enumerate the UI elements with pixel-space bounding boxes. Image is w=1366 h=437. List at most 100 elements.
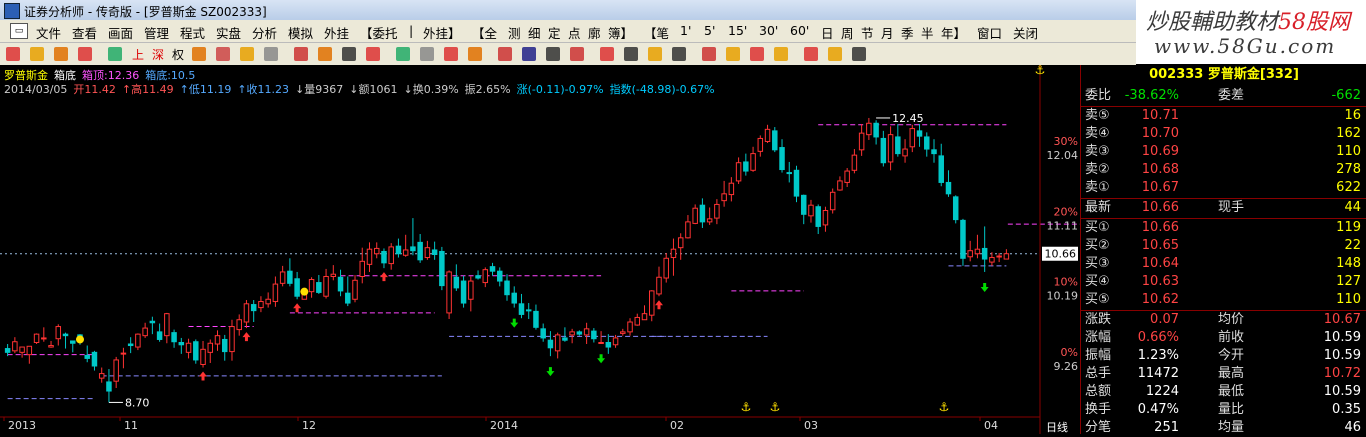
candle-body[interactable] bbox=[402, 249, 409, 256]
candle-body[interactable] bbox=[772, 130, 778, 151]
toolbar-tool-icon[interactable] bbox=[54, 47, 68, 61]
toolbar-tool-icon[interactable] bbox=[522, 47, 536, 61]
candle-body[interactable] bbox=[620, 331, 626, 334]
candle-body[interactable] bbox=[243, 303, 250, 323]
toolbar-tool-icon[interactable] bbox=[852, 47, 866, 61]
menu-item-32[interactable]: 窗口 bbox=[977, 23, 1002, 42]
candle-body[interactable] bbox=[359, 260, 365, 277]
menu-item-19[interactable]: 【笔 bbox=[644, 23, 669, 42]
candle-body[interactable] bbox=[468, 280, 474, 300]
candle-body[interactable] bbox=[91, 351, 98, 367]
candle-body[interactable] bbox=[207, 342, 214, 353]
candle-body[interactable] bbox=[482, 269, 489, 284]
menu-item-21[interactable]: 5' bbox=[704, 23, 715, 38]
candle-body[interactable] bbox=[837, 180, 843, 191]
candle-body[interactable] bbox=[70, 340, 76, 344]
candle-body[interactable] bbox=[851, 154, 858, 171]
candle-body[interactable] bbox=[164, 313, 170, 337]
candle-body[interactable] bbox=[938, 155, 944, 183]
menu-item-6[interactable]: 分析 bbox=[252, 23, 277, 42]
menu-item-26[interactable]: 周 bbox=[841, 23, 854, 42]
toolbar-tool-icon[interactable] bbox=[192, 47, 206, 61]
menu-item-33[interactable]: 关闭 bbox=[1013, 23, 1038, 42]
candle-body[interactable] bbox=[952, 196, 959, 221]
candle-body[interactable] bbox=[373, 247, 380, 255]
toolbar-tool-icon[interactable] bbox=[108, 47, 122, 61]
candle-body[interactable] bbox=[627, 321, 633, 333]
candle-body[interactable] bbox=[193, 341, 199, 361]
toolbar-tool-icon[interactable] bbox=[318, 47, 332, 61]
candle-body[interactable] bbox=[634, 316, 641, 326]
candle-body[interactable] bbox=[525, 309, 532, 312]
menu-item-2[interactable]: 画面 bbox=[108, 23, 133, 42]
candle-body[interactable] bbox=[800, 194, 807, 215]
candle-body[interactable] bbox=[989, 257, 995, 263]
menu-item-8[interactable]: 外挂 bbox=[324, 23, 349, 42]
candle-body[interactable] bbox=[149, 320, 156, 324]
candle-body[interactable] bbox=[924, 136, 930, 150]
candle-body[interactable] bbox=[388, 246, 394, 265]
toolbar-tool-icon[interactable] bbox=[648, 47, 662, 61]
menu-item-15[interactable]: 定 bbox=[548, 23, 561, 42]
toolbar-tool-icon[interactable] bbox=[726, 47, 740, 61]
candle-body[interactable] bbox=[902, 148, 908, 157]
candle-body[interactable] bbox=[200, 348, 206, 365]
toolbar-tool-icon[interactable] bbox=[750, 47, 764, 61]
candle-body[interactable] bbox=[316, 282, 322, 293]
candle-body[interactable] bbox=[721, 193, 727, 202]
candle-body[interactable] bbox=[113, 359, 119, 382]
toolbar-tool-icon[interactable] bbox=[342, 47, 356, 61]
candle-body[interactable] bbox=[815, 206, 821, 227]
menu-item-16[interactable]: 点 bbox=[568, 23, 581, 42]
candle-body[interactable] bbox=[395, 245, 402, 255]
candle-body[interactable] bbox=[272, 283, 279, 303]
candle-body[interactable] bbox=[764, 128, 771, 142]
candle-body[interactable] bbox=[887, 134, 894, 163]
menu-item-1[interactable]: 查看 bbox=[72, 23, 97, 42]
candle-body[interactable] bbox=[142, 327, 148, 337]
candle-body[interactable] bbox=[352, 279, 358, 300]
candle-body[interactable] bbox=[576, 331, 583, 335]
candle-body[interactable] bbox=[424, 247, 431, 259]
menu-item-7[interactable]: 模拟 bbox=[288, 23, 313, 42]
candle-body[interactable] bbox=[185, 342, 192, 353]
candle-body[interactable] bbox=[431, 249, 438, 255]
candle-body[interactable] bbox=[279, 271, 286, 284]
candle-body[interactable] bbox=[735, 162, 742, 182]
menu-item-13[interactable]: 测 bbox=[508, 23, 521, 42]
toolbar-label-2[interactable]: 权 bbox=[172, 46, 184, 63]
candle-body[interactable] bbox=[598, 341, 604, 344]
candle-body[interactable] bbox=[19, 346, 25, 353]
candle-body[interactable] bbox=[265, 298, 271, 305]
candle-body[interactable] bbox=[236, 319, 242, 331]
toolbar-tool-icon[interactable] bbox=[294, 47, 308, 61]
candle-body[interactable] bbox=[858, 132, 865, 151]
candle-body[interactable] bbox=[786, 172, 793, 175]
candle-body[interactable] bbox=[670, 248, 677, 259]
candle-body[interactable] bbox=[706, 218, 713, 223]
candle-body[interactable] bbox=[106, 381, 112, 392]
candle-body[interactable] bbox=[569, 331, 575, 336]
menu-item-12[interactable]: 【全 bbox=[472, 23, 497, 42]
candle-body[interactable] bbox=[931, 149, 937, 155]
candle-body[interactable] bbox=[475, 275, 481, 279]
menu-item-30[interactable]: 半 bbox=[921, 23, 934, 42]
toolbar-tool-icon[interactable] bbox=[600, 47, 614, 61]
candle-body[interactable] bbox=[41, 337, 47, 340]
menu-item-5[interactable]: 实盘 bbox=[216, 23, 241, 42]
candle-body[interactable] bbox=[909, 128, 916, 148]
candle-body[interactable] bbox=[873, 122, 879, 138]
candle-body[interactable] bbox=[728, 182, 735, 196]
candle-body[interactable] bbox=[33, 333, 40, 343]
candle-body[interactable] bbox=[497, 270, 503, 282]
candle-body[interactable] bbox=[439, 250, 445, 287]
candle-body[interactable] bbox=[829, 191, 836, 211]
toolbar-label-1[interactable]: 深 bbox=[152, 46, 164, 63]
menu-item-25[interactable]: 日 bbox=[821, 23, 834, 42]
menu-item-11[interactable]: 外挂】 bbox=[423, 23, 461, 42]
candle-body[interactable] bbox=[62, 333, 69, 337]
candle-body[interactable] bbox=[156, 331, 163, 340]
candle-body[interactable] bbox=[974, 248, 981, 255]
candle-body[interactable] bbox=[258, 301, 264, 309]
menu-item-20[interactable]: 1' bbox=[680, 23, 691, 38]
